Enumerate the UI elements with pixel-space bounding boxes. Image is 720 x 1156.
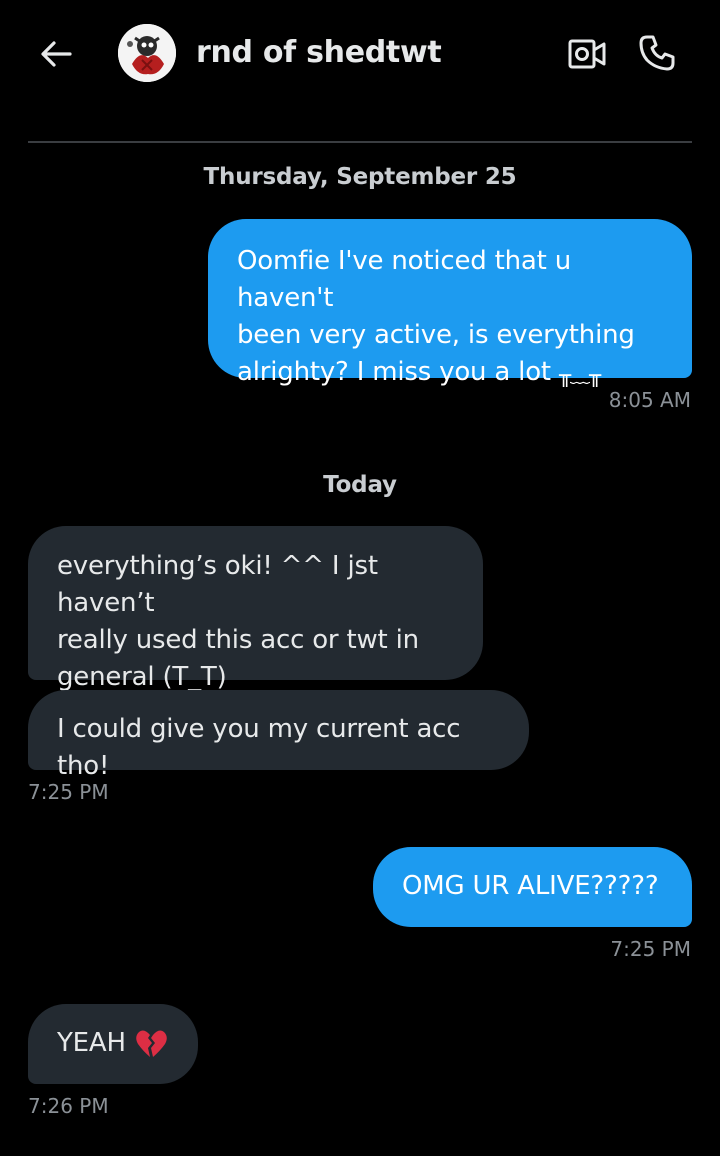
video-call-button[interactable] <box>566 34 608 74</box>
message-text: OMG UR ALIVE????? <box>402 871 659 901</box>
message-line: YEAH <box>57 1025 184 1062</box>
message-timestamp: 7:25 PM <box>28 780 109 804</box>
back-button[interactable] <box>36 34 76 74</box>
conversation-header: rnd of shedtwt <box>0 0 720 108</box>
message-line: been very active, is everything <box>237 320 635 350</box>
phone-icon <box>639 35 675 71</box>
message-text: YEAH <box>57 1028 126 1058</box>
call-button[interactable] <box>636 32 678 74</box>
outgoing-message[interactable]: OMG UR ALIVE????? <box>373 847 692 927</box>
date-separator: Thursday, September 25 <box>203 164 517 190</box>
video-call-icon <box>568 39 606 69</box>
message-timestamp: 8:05 AM <box>608 388 691 412</box>
broken-heart-icon <box>136 1030 167 1057</box>
outgoing-message[interactable]: Oomfie I've noticed that u haven't been … <box>208 219 692 387</box>
message-line: everything’s oki! ^^ I jst haven’t <box>57 551 378 618</box>
conversation-title[interactable]: rnd of shedtwt <box>196 34 442 72</box>
arrow-left-icon <box>41 41 72 67</box>
avatar-image <box>118 24 176 82</box>
date-separator: Today <box>323 472 397 498</box>
incoming-message[interactable]: I could give you my current acc tho! <box>28 690 529 781</box>
header-divider <box>28 141 692 143</box>
message-text: alrighty? I miss you a lot <box>237 357 551 387</box>
avatar[interactable] <box>118 24 176 82</box>
message-timestamp: 7:26 PM <box>28 1094 109 1118</box>
incoming-message[interactable]: everything’s oki! ^^ I jst haven’t reall… <box>28 526 483 692</box>
message-timestamp: 7:25 PM <box>610 937 691 961</box>
message-line: alrighty? I miss you a lot ╥﹏╥ <box>237 354 668 394</box>
kaomoji: ╥﹏╥ <box>558 363 601 387</box>
incoming-message[interactable]: YEAH <box>28 1004 198 1084</box>
message-text: I could give you my current acc tho! <box>57 714 461 781</box>
message-line: Oomfie I've noticed that u haven't <box>237 246 572 313</box>
message-line: really used this acc or twt in <box>57 625 419 655</box>
